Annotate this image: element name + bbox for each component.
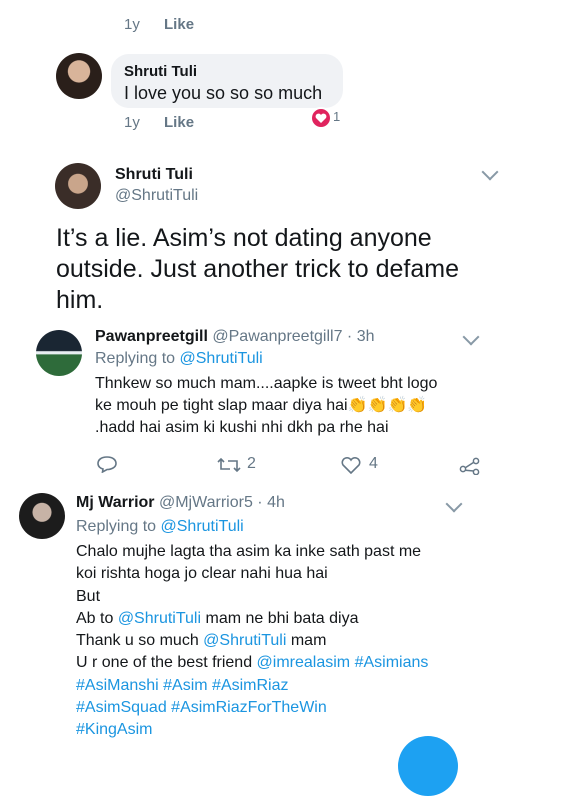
reply1-handle[interactable]: @Pawanpreetgill7 · 3h <box>212 328 374 345</box>
reply2-avatar[interactable] <box>19 493 65 539</box>
tweet-author-handle[interactable]: @ShrutiTuli <box>115 187 198 205</box>
love-reaction-icon[interactable] <box>310 107 332 129</box>
reply2-line: koi rishta hoga jo clear nahi hua hai <box>76 565 328 583</box>
reply1-author-name[interactable]: Pawanpreetgill <box>95 328 208 345</box>
reply1-header: Pawanpreetgill @Pawanpreetgill7 · 3h <box>95 328 374 346</box>
tweet-text-line: It’s a lie. Asim’s not dating anyone <box>56 224 432 252</box>
hashtag-link[interactable]: #AsiManshi #Asim #AsimRiaz <box>76 675 428 697</box>
reply1-line: ke mouh pe tight slap maar diya hai👏👏👏👏 <box>95 395 437 417</box>
reply2-line: But <box>76 587 101 605</box>
reply1-text: Thnkew so much mam....aapke is tweet bht… <box>95 373 437 439</box>
like-count: 4 <box>369 455 378 472</box>
like-link[interactable]: Like <box>164 16 194 33</box>
reply-meta-top: 1y Like <box>124 16 194 33</box>
reply2-text-segment: Ab to <box>76 609 118 627</box>
reply2-line: Chalo mujhe lagta tha asim ka inke sath … <box>76 543 422 560</box>
mention-link[interactable]: @ShrutiTuli <box>203 632 286 649</box>
reply2-menu-chevron-icon[interactable] <box>445 495 463 513</box>
time-label: 1y <box>124 16 140 33</box>
hashtag-link[interactable]: #KingAsim <box>76 719 428 741</box>
reply2-replying-to: Replying to @ShrutiTuli <box>76 518 244 536</box>
tweet-text: It’s a lie. Asim’s not dating anyone out… <box>56 223 459 316</box>
reply2-text: Chalo mujhe lagta tha asim ka inke sath … <box>76 541 428 742</box>
reply1-line: .hadd hai asim ki kushi nhi dkh pa rhe h… <box>95 419 389 436</box>
comment-like-link[interactable]: Like <box>164 114 194 131</box>
reply2-text-segment: U r one of the best friend <box>76 654 257 672</box>
compose-fab-button[interactable] <box>398 736 458 796</box>
replying-prefix: Replying to <box>76 518 161 535</box>
hashtag-link[interactable]: @imrealasim #Asimians <box>257 654 429 671</box>
reply2-text-segment: mam ne bhi bata diya <box>201 609 359 627</box>
reaction-count: 1 <box>333 109 341 124</box>
tweet-text-line: outside. Just another trick to defame <box>56 255 459 283</box>
comment-meta: 1y Like <box>124 114 194 131</box>
reply1-avatar[interactable] <box>36 330 82 376</box>
comment-avatar[interactable] <box>56 53 102 99</box>
reply2-text-segment: Thank u so much <box>76 632 204 650</box>
reply2-header: Mj Warrior @MjWarrior5 · 4h <box>76 494 285 512</box>
mention-link[interactable]: @ShrutiTuli <box>118 610 201 627</box>
reply1-line: Thnkew so much mam....aapke is tweet bht… <box>95 375 438 392</box>
hashtag-link[interactable]: #AsimSquad #AsimRiazForTheWin <box>76 697 428 719</box>
comment-text: I love you so so so much <box>124 83 323 103</box>
tweet-text-line: him. <box>56 286 104 314</box>
comment-time: 1y <box>124 114 140 131</box>
reply1-replying-to: Replying to @ShrutiTuli <box>95 350 263 368</box>
tweet-menu-chevron-icon[interactable] <box>481 163 499 181</box>
replying-to-link[interactable]: @ShrutiTuli <box>180 350 263 367</box>
retweet-icon[interactable] <box>216 456 242 474</box>
tweet-author-avatar[interactable] <box>55 163 101 209</box>
share-icon[interactable] <box>459 455 481 476</box>
reply2-text-segment: mam <box>286 632 327 650</box>
replying-prefix: Replying to <box>95 350 180 367</box>
reply2-line: U r one of the best friend @imrealasim #… <box>76 652 428 674</box>
reply1-line-text: ke mouh pe tight slap maar diya hai <box>95 397 348 414</box>
retweet-count: 2 <box>247 455 256 472</box>
like-heart-icon[interactable] <box>340 456 362 475</box>
replying-to-link[interactable]: @ShrutiTuli <box>161 518 244 535</box>
comment-bubble: Shruti Tuli I love you so so so much <box>111 54 343 108</box>
reply-icon[interactable] <box>96 455 118 474</box>
reply2-author-name[interactable]: Mj Warrior <box>76 494 155 511</box>
clapping-hands-icon: 👏👏👏👏 <box>347 397 428 414</box>
comment-author[interactable]: Shruti Tuli <box>124 63 197 80</box>
reply2-handle[interactable]: @MjWarrior5 · 4h <box>159 494 285 511</box>
tweet-author-name[interactable]: Shruti Tuli <box>115 166 193 184</box>
reply2-line: Ab to @ShrutiTuli mam ne bhi bata diya <box>76 608 428 630</box>
reply2-line: Thank u so much @ShrutiTuli mam <box>76 630 428 652</box>
reply1-menu-chevron-icon[interactable] <box>462 328 480 346</box>
